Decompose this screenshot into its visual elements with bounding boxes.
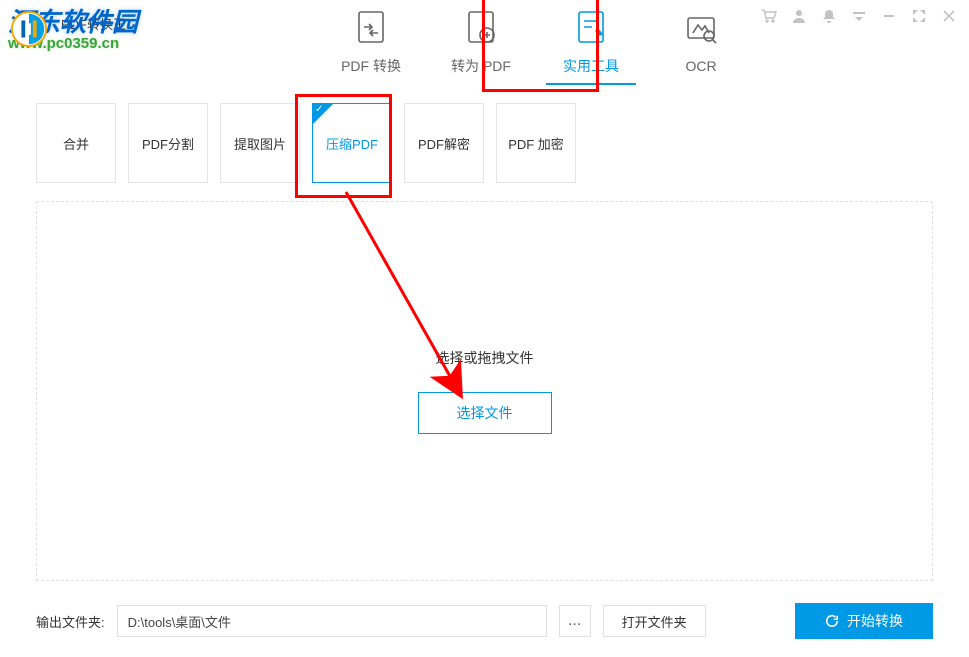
tab-label: PDF 转换 — [341, 56, 401, 76]
tool-label: 提取图片 — [234, 134, 286, 153]
tool-merge[interactable]: 合并 — [36, 103, 116, 183]
tab-label: 实用工具 — [563, 56, 619, 76]
close-icon[interactable] — [941, 8, 957, 24]
menu-icon[interactable] — [851, 8, 867, 24]
tool-label: PDF分割 — [142, 134, 194, 153]
tab-to-pdf[interactable]: 转为 PDF — [426, 0, 536, 85]
tool-label: 压缩PDF — [326, 134, 378, 153]
drop-area[interactable]: 选择或拖拽文件 选择文件 — [36, 201, 933, 581]
tool-encrypt[interactable]: PDF 加密 — [496, 103, 576, 183]
select-file-button[interactable]: 选择文件 — [418, 392, 552, 434]
tool-split[interactable]: PDF分割 — [128, 103, 208, 183]
tab-label: 转为 PDF — [451, 56, 511, 76]
header: PDF转换王 PDF 转换 转为 PDF — [0, 0, 969, 85]
titlebar-controls — [761, 8, 957, 24]
convert-icon — [353, 9, 389, 48]
output-path-input[interactable]: D:\tools\桌面\文件 — [117, 605, 547, 637]
minimize-icon[interactable] — [881, 8, 897, 24]
app-title: PDF转换王 — [61, 14, 126, 33]
tool-compress[interactable]: 压缩PDF — [312, 103, 392, 183]
tool-label: PDF解密 — [418, 134, 470, 153]
output-folder-label: 输出文件夹: — [36, 612, 105, 631]
start-convert-button[interactable]: 开始转换 — [795, 603, 933, 639]
start-label: 开始转换 — [847, 611, 903, 631]
tab-utilities[interactable]: 实用工具 — [536, 0, 646, 85]
footer: 输出文件夹: D:\tools\桌面\文件 ... 打开文件夹 开始转换 — [36, 603, 933, 639]
cart-icon[interactable] — [761, 8, 777, 24]
tool-decrypt[interactable]: PDF解密 — [404, 103, 484, 183]
tool-label: 合并 — [63, 134, 89, 153]
output-path-text: D:\tools\桌面\文件 — [128, 612, 231, 631]
tool-label: PDF 加密 — [508, 134, 564, 153]
to-pdf-icon — [463, 9, 499, 48]
refresh-icon — [825, 614, 839, 628]
open-folder-button[interactable]: 打开文件夹 — [603, 605, 706, 637]
drop-hint: 选择或拖拽文件 — [436, 348, 534, 368]
app-logo-icon — [10, 10, 48, 48]
tab-pdf-convert[interactable]: PDF 转换 — [316, 0, 426, 85]
ocr-icon — [683, 11, 719, 50]
user-icon[interactable] — [791, 8, 807, 24]
tab-ocr[interactable]: OCR — [646, 0, 756, 85]
tool-cards-row: 合并 PDF分割 提取图片 压缩PDF PDF解密 PDF 加密 — [0, 103, 969, 183]
maximize-icon[interactable] — [911, 8, 927, 24]
tab-label: OCR — [685, 58, 716, 74]
bell-icon[interactable] — [821, 8, 837, 24]
nav-tabs: PDF 转换 转为 PDF 实用工具 — [316, 0, 756, 85]
tools-icon — [573, 9, 609, 48]
browse-button[interactable]: ... — [559, 605, 591, 637]
tool-extract-images[interactable]: 提取图片 — [220, 103, 300, 183]
